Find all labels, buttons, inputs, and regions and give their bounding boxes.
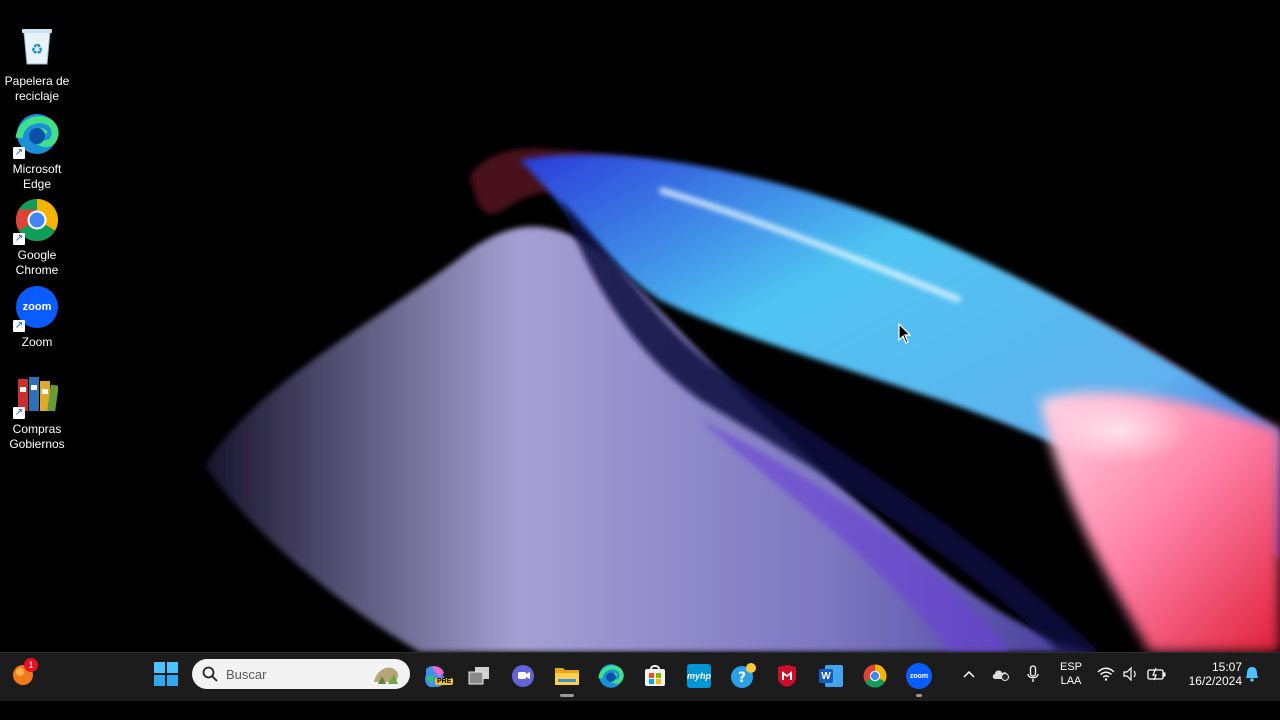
desktop-icon-label: Compras Gobiernos [9,422,65,451]
desktop-icon-edge[interactable]: ↗ Microsoft Edge [2,112,72,192]
cloud-icon [992,670,1010,681]
taskbar-mcafee[interactable] [769,658,805,694]
chevron-up-icon [963,670,975,678]
tray-onedrive[interactable] [990,660,1012,688]
desktop-wallpaper [0,0,1280,652]
taskbar-word[interactable]: W [813,658,849,694]
search-highlight-icon [374,667,399,684]
battery-charging-icon [1147,667,1166,681]
desktop-icon-zoom[interactable]: zoom ↗ Zoom [2,285,72,350]
running-indicator [560,694,574,697]
taskbar-copilot[interactable]: PRE [417,658,454,694]
myhp-label: myhp [687,671,712,681]
chrome-icon: ↗ [13,198,59,245]
clock-time: 15:07 [1211,660,1242,674]
folder-icon [555,668,579,685]
desktop-icon-chrome[interactable]: ↗ Google Chrome [2,198,72,278]
edge-icon: ↗ [13,112,59,159]
notifications-button[interactable] [1243,662,1261,686]
shortcut-arrow-icon: ↗ [13,320,25,332]
search-placeholder: Buscar [226,666,267,682]
tray-input-language[interactable]: ESP LAA [1053,656,1089,692]
desktop-icon-label: Papelera de reciclaje [4,74,70,103]
store-icon [645,665,665,686]
task-view-icon [468,667,489,685]
taskbar-edge[interactable] [593,658,629,694]
chrome-icon [863,664,887,688]
shortcut-arrow-icon: ↗ [13,407,25,419]
bell-icon [1246,667,1258,682]
taskbar-get-help[interactable]: ? [725,658,761,694]
desktop-icon-label: Google Chrome [15,248,59,277]
show-hidden-icons-button[interactable] [958,660,980,688]
zoom-logo-text: zoom [909,672,929,680]
help-icon: ? [731,663,756,688]
word-icon: W [819,665,843,687]
keyboard-layout-label: LAA [1060,675,1082,687]
word-letter: W [821,670,831,682]
mouse-cursor-icon [898,323,912,344]
start-button[interactable] [150,658,182,690]
shortcut-arrow-icon: ↗ [13,147,25,159]
running-indicator [916,694,922,697]
svg-text:?: ? [738,670,746,686]
shortcut-arrow-icon: ↗ [13,233,25,245]
taskbar-search-box[interactable]: Buscar [192,659,410,689]
myhp-icon: myhp [687,664,711,688]
volume-icon [1123,667,1136,681]
mcafee-icon [778,665,796,687]
taskbar-chat[interactable] [505,658,541,694]
windows-logo-icon [154,662,178,686]
language-label: ESP [1059,661,1082,673]
desktop-icon-label: Zoom [21,335,53,349]
search-icon [202,666,218,682]
tray-quick-settings[interactable] [1097,660,1167,688]
edge-icon [598,664,624,688]
zoom-icon: zoom ↗ [13,285,59,332]
taskbar-task-view[interactable] [461,658,497,694]
notification-badge: 1 [24,658,38,672]
tray-clock[interactable]: 15:07 16/2/2024 [1176,656,1242,692]
microphone-icon [1027,665,1039,682]
desktop-icon-recycle-bin[interactable]: ♻ Papelera de reciclaje [2,24,72,104]
chat-icon [512,665,534,687]
tray-microphone[interactable] [1023,660,1043,688]
wifi-icon [1097,667,1115,681]
taskbar-file-explorer[interactable] [549,658,585,697]
zoom-icon: zoom [906,663,932,689]
desktop-icon-compras-gobiernos[interactable]: ↗ Compras Gobiernos [2,372,72,452]
desktop-icon-label: Microsoft Edge [12,162,62,191]
screen-bottom-edge [0,701,1280,720]
recycle-bin-icon: ♻ [15,24,59,68]
taskbar-store[interactable] [637,658,673,694]
taskbar-myhp[interactable]: myhp [681,658,717,694]
svg-text:♻: ♻ [31,42,44,58]
preview-tag: PRE [435,678,454,685]
binders-icon: ↗ [13,372,59,419]
taskbar-chrome[interactable] [857,658,893,694]
taskbar-zoom[interactable]: zoom [901,658,937,697]
copilot-icon [425,666,445,687]
clock-date: 16/2/2024 [1188,674,1242,688]
zoom-logo-text: zoom [22,301,52,313]
